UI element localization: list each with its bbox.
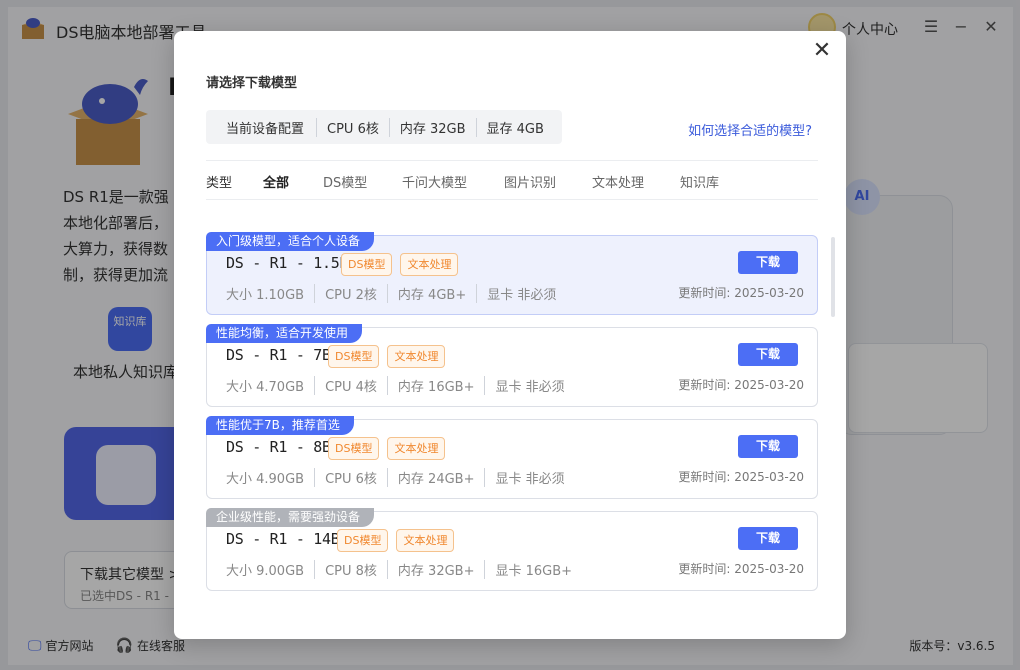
model-ribbon: 企业级性能，需要强劲设备: [206, 508, 375, 527]
tag-ds-model: DS模型: [328, 437, 380, 460]
model-requirements: 大小 4.90GB CPU 6核 内存 24GB+ 显卡 非必须: [226, 468, 575, 487]
model-name: DS - R1 - 8B: [226, 438, 331, 456]
model-tags: DS模型 文本处理: [328, 437, 446, 460]
tab-text-processing[interactable]: 文本处理: [592, 172, 680, 191]
download-button[interactable]: 下载: [738, 435, 798, 458]
spec-vram: 显存 4GB: [475, 117, 554, 137]
model-tags: DS模型 文本处理: [328, 345, 446, 368]
model-ribbon: 性能均衡，适合开发使用: [206, 324, 363, 343]
model-card-1-5b[interactable]: 入门级模型，适合个人设备 DS - R1 - 1.5B DS模型 文本处理 大小…: [206, 232, 818, 315]
tab-knowledge-base[interactable]: 知识库: [680, 172, 719, 191]
model-name: DS - R1 - 1.5B: [226, 254, 349, 272]
spec-label: 当前设备配置: [226, 121, 305, 137]
update-time: 更新时间: 2025-03-20: [678, 562, 804, 576]
model-ribbon: 性能优于7B，推荐首选: [206, 416, 354, 435]
model-help-link[interactable]: 如何选择合适的模型?: [688, 120, 812, 139]
model-memory: 内存 24GB+: [386, 468, 485, 487]
model-gpu: 显卡 非必须: [484, 468, 574, 487]
device-spec-box: 当前设备配置 CPU 6核 内存 32GB 显存 4GB: [206, 110, 562, 144]
close-icon[interactable]: ✕: [810, 39, 834, 63]
tab-all[interactable]: 全部: [263, 172, 323, 191]
tag-ds-model: DS模型: [328, 345, 380, 368]
model-cpu: CPU 8核: [314, 560, 387, 579]
model-tags: DS模型 文本处理: [337, 529, 455, 552]
filter-tabs: 全部 DS模型 千问大模型 图片识别 文本处理 知识库: [263, 172, 719, 191]
model-memory: 内存 16GB+: [386, 376, 485, 395]
model-requirements: 大小 9.00GB CPU 8核 内存 32GB+ 显卡 16GB+: [226, 560, 582, 579]
model-requirements: 大小 4.70GB CPU 4核 内存 16GB+ 显卡 非必须: [226, 376, 575, 395]
model-name: DS - R1 - 14B: [226, 530, 340, 548]
tag-text-processing: 文本处理: [387, 437, 446, 460]
divider: [206, 199, 818, 200]
update-time: 更新时间: 2025-03-20: [678, 470, 804, 484]
tag-text-processing: 文本处理: [400, 253, 459, 276]
model-list: 入门级模型，适合个人设备 DS - R1 - 1.5B DS模型 文本处理 大小…: [206, 232, 818, 603]
model-cpu: CPU 2核: [314, 284, 387, 303]
model-size: 大小 4.70GB: [226, 380, 305, 395]
model-card-7b[interactable]: 性能均衡，适合开发使用 DS - R1 - 7B DS模型 文本处理 大小 4.…: [206, 324, 818, 407]
spec-memory: 内存 32GB: [388, 117, 476, 137]
tab-image-recognition[interactable]: 图片识别: [504, 172, 592, 191]
tag-text-processing: 文本处理: [387, 345, 446, 368]
model-tags: DS模型 文本处理: [341, 253, 459, 276]
tag-ds-model: DS模型: [337, 529, 389, 552]
download-button[interactable]: 下载: [738, 251, 798, 274]
tag-ds-model: DS模型: [341, 253, 393, 276]
model-memory: 内存 32GB+: [386, 560, 485, 579]
model-requirements: 大小 1.10GB CPU 2核 内存 4GB+ 显卡 非必须: [226, 284, 566, 303]
download-button[interactable]: 下载: [738, 527, 798, 550]
model-size: 大小 4.90GB: [226, 472, 305, 487]
model-memory: 内存 4GB+: [386, 284, 476, 303]
model-list-scrollbar[interactable]: [831, 237, 835, 317]
update-time: 更新时间: 2025-03-20: [678, 286, 804, 300]
download-button[interactable]: 下载: [738, 343, 798, 366]
model-size: 大小 9.00GB: [226, 564, 305, 579]
model-name: DS - R1 - 7B: [226, 346, 331, 364]
tab-ds-models[interactable]: DS模型: [323, 172, 402, 191]
model-gpu: 显卡 非必须: [476, 284, 566, 303]
update-time: 更新时间: 2025-03-20: [678, 378, 804, 392]
model-cpu: CPU 4核: [314, 376, 387, 395]
model-ribbon: 入门级模型，适合个人设备: [206, 232, 375, 251]
model-size: 大小 1.10GB: [226, 288, 305, 303]
model-gpu: 显卡 16GB+: [484, 560, 582, 579]
divider: [206, 160, 818, 161]
model-gpu: 显卡 非必须: [484, 376, 574, 395]
model-download-dialog: ✕ 请选择下载模型 当前设备配置 CPU 6核 内存 32GB 显存 4GB 如…: [174, 31, 846, 639]
dialog-title: 请选择下载模型: [206, 76, 298, 91]
spec-cpu: CPU 6核: [316, 117, 389, 137]
tab-qwen-models[interactable]: 千问大模型: [402, 172, 504, 191]
model-card-8b[interactable]: 性能优于7B，推荐首选 DS - R1 - 8B DS模型 文本处理 大小 4.…: [206, 416, 818, 499]
model-cpu: CPU 6核: [314, 468, 387, 487]
tag-text-processing: 文本处理: [396, 529, 455, 552]
model-card-14b[interactable]: 企业级性能，需要强劲设备 DS - R1 - 14B DS模型 文本处理 大小 …: [206, 508, 818, 591]
filter-label: 类型: [206, 176, 233, 191]
